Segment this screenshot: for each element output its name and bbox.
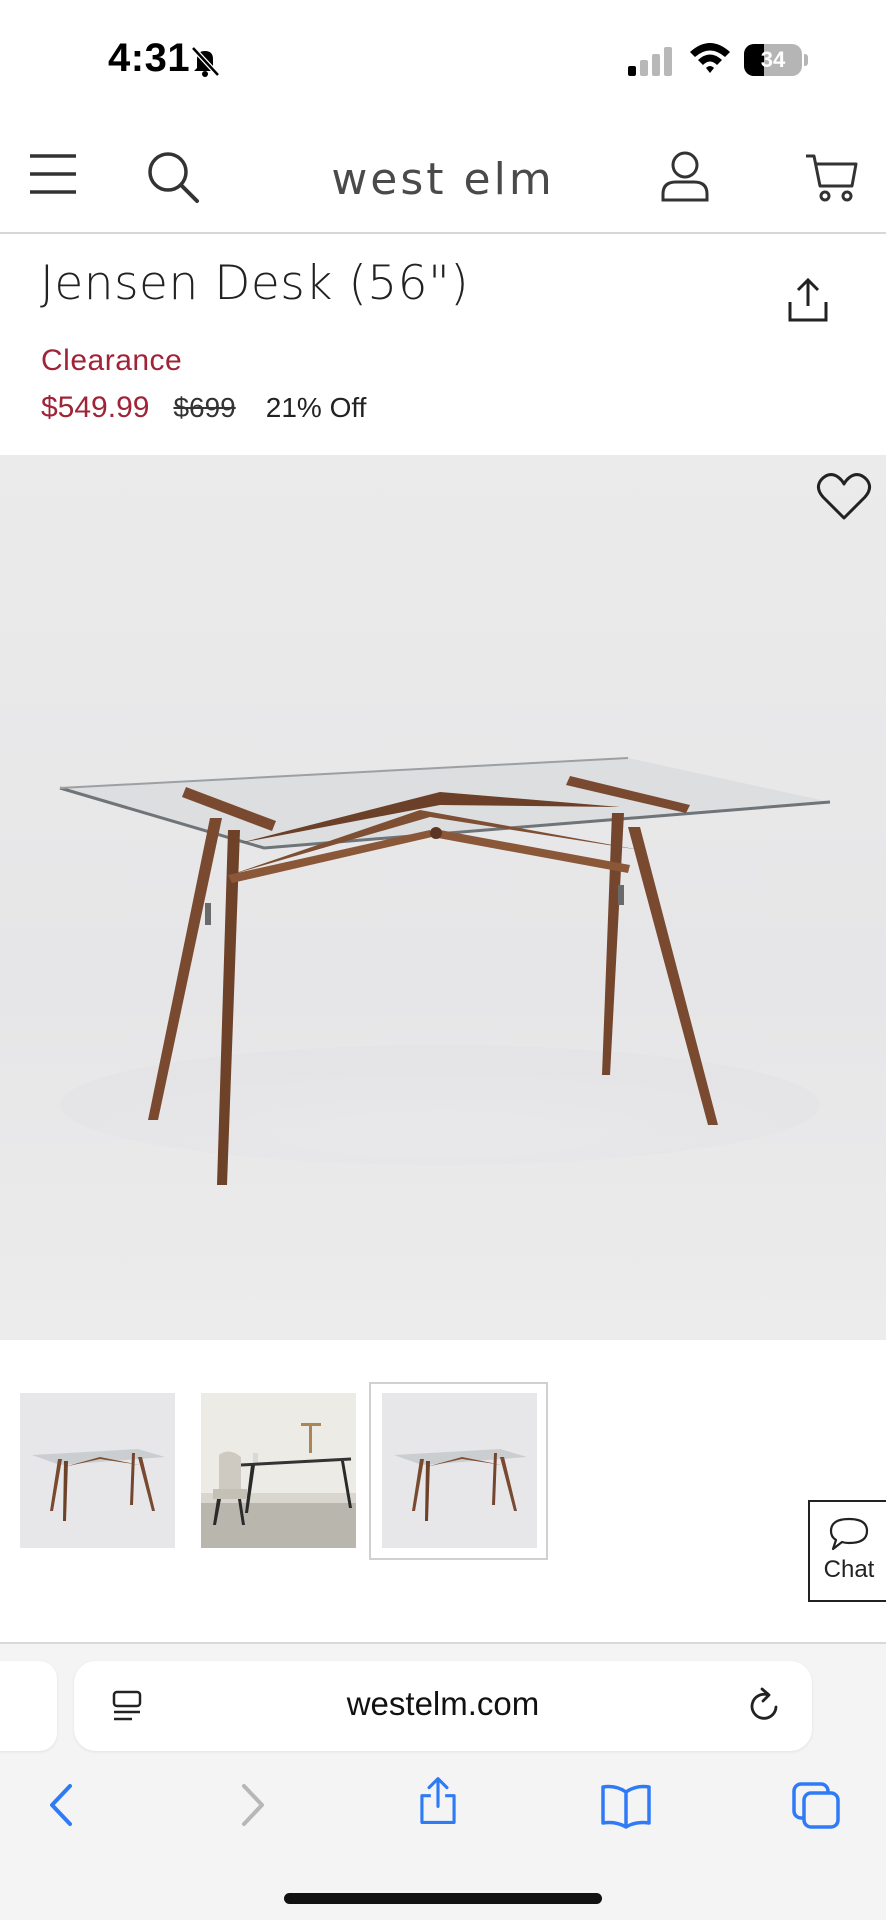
previous-tab-preview[interactable] [0, 1661, 57, 1751]
selected-thumbnail-frame [369, 1382, 548, 1560]
site-header: west elm [0, 120, 886, 234]
favorite-heart-icon[interactable] [816, 470, 872, 522]
battery-level: 34 [760, 47, 786, 72]
silent-bell-icon [191, 46, 220, 77]
share-icon[interactable] [784, 276, 832, 324]
discount-label: 21% Off [265, 392, 367, 423]
share-sheet-icon[interactable] [412, 1776, 464, 1826]
chat-button[interactable]: Chat [808, 1500, 886, 1602]
cellular-signal-icon [628, 47, 672, 76]
clearance-badge: Clearance [41, 344, 183, 377]
bookmarks-icon[interactable] [600, 1780, 652, 1830]
product-title: Jensen Desk (56") [40, 256, 470, 311]
product-image[interactable] [0, 455, 886, 1340]
chat-bubble-icon [829, 1517, 869, 1551]
status-bar: 4:31 34 [0, 0, 886, 120]
home-indicator [284, 1893, 602, 1904]
address-bar[interactable]: westelm.com [74, 1661, 812, 1751]
sale-price: $549.99 [41, 391, 150, 424]
site-logo[interactable]: west elm [0, 154, 886, 205]
battery-icon: 34 [744, 44, 808, 76]
price-row: $549.99 $699 21% Off [41, 391, 366, 425]
wifi-icon [690, 43, 730, 73]
chat-label: Chat [823, 1556, 875, 1583]
reload-icon[interactable] [746, 1687, 782, 1725]
original-price: $699 [173, 392, 236, 423]
forward-icon[interactable] [226, 1780, 278, 1830]
url-text: westelm.com [346, 1685, 540, 1722]
account-icon[interactable] [660, 150, 710, 204]
back-icon[interactable] [36, 1780, 88, 1830]
thumbnail-1[interactable] [20, 1393, 175, 1548]
tabs-icon[interactable] [790, 1780, 842, 1830]
cart-icon[interactable] [804, 150, 858, 204]
thumbnail-2[interactable] [201, 1393, 356, 1548]
status-time: 4:31 [108, 36, 191, 80]
desk-illustration [59, 757, 831, 1185]
